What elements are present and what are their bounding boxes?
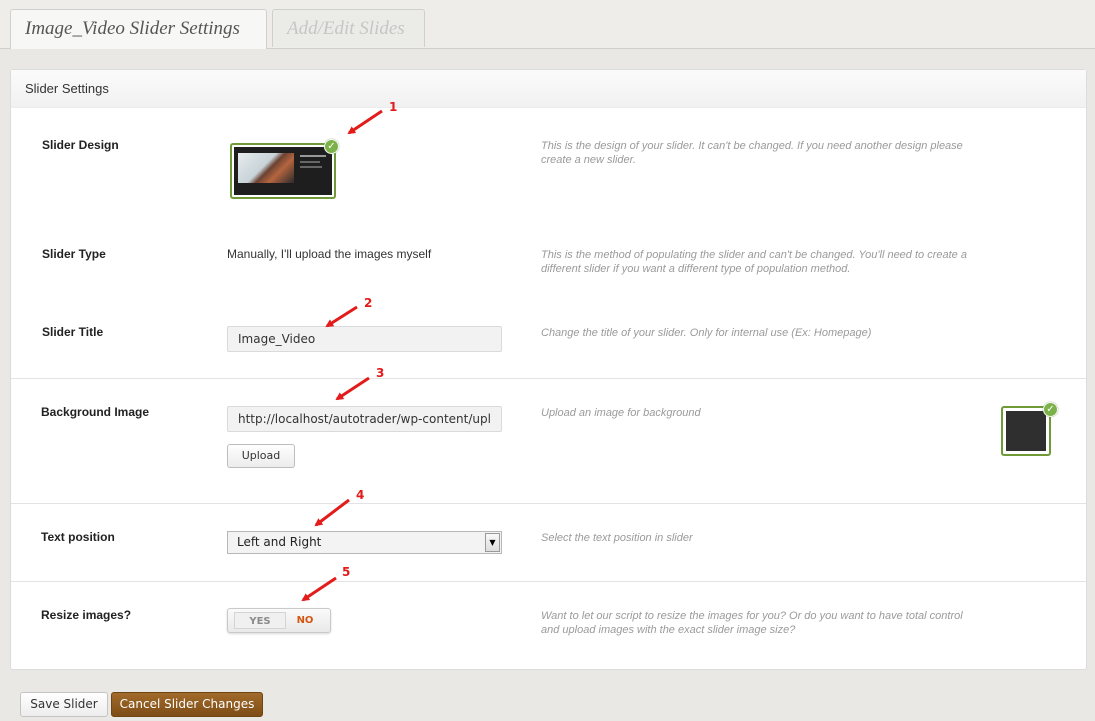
- text-position-description: Select the text position in slider: [541, 532, 693, 544]
- divider: [11, 581, 1086, 582]
- cancel-slider-changes-button[interactable]: Cancel Slider Changes: [111, 692, 263, 717]
- upload-button[interactable]: Upload: [227, 444, 295, 468]
- slider-type-value: Manually, I'll upload the images myself: [227, 247, 432, 261]
- annotation-number: 2: [364, 296, 373, 310]
- tab-bar: Image_Video Slider Settings Add/Edit Sli…: [0, 0, 1095, 49]
- toggle-yes-option[interactable]: YES: [234, 612, 286, 629]
- toggle-no-option[interactable]: NO: [286, 612, 324, 629]
- annotation-number: 3: [376, 366, 385, 380]
- slider-title-description: Change the title of your slider. Only fo…: [541, 327, 872, 339]
- text-position-select[interactable]: Left and Right ▼: [227, 531, 502, 554]
- text-position-label: Text position: [41, 530, 115, 544]
- save-slider-button[interactable]: Save Slider: [20, 692, 108, 717]
- selected-check-icon: ✓: [324, 139, 339, 154]
- slider-settings-panel: Slider Settings Slider Design ✓ This is …: [10, 69, 1087, 670]
- panel-title: Slider Settings: [11, 70, 1086, 108]
- tab-add-edit-slides[interactable]: Add/Edit Slides: [272, 9, 425, 47]
- slider-design-label: Slider Design: [42, 138, 119, 152]
- annotation-number: 5: [342, 565, 351, 579]
- background-image-description: Upload an image for background: [541, 407, 701, 419]
- design-preview-image: [234, 147, 332, 195]
- resize-images-toggle[interactable]: YES NO: [227, 608, 331, 633]
- slider-design-description: This is the design of your slider. It ca…: [541, 140, 963, 166]
- slider-type-description: This is the method of populating the sli…: [541, 249, 967, 275]
- dropdown-arrow-icon[interactable]: ▼: [485, 533, 500, 552]
- text-position-selected-value: Left and Right: [237, 535, 322, 549]
- background-image-url-input[interactable]: http://localhost/autotrader/wp-content/u…: [227, 406, 502, 432]
- slider-title-label: Slider Title: [42, 325, 104, 339]
- resize-images-description: Want to let our script to resize the ima…: [541, 610, 963, 636]
- selected-check-icon: ✓: [1043, 402, 1058, 417]
- annotation-number: 4: [356, 488, 365, 502]
- divider: [11, 378, 1086, 379]
- resize-images-label: Resize images?: [41, 608, 132, 622]
- annotation-number: 1: [389, 100, 398, 114]
- slider-design-thumbnail[interactable]: [230, 143, 336, 199]
- background-image-label: Background Image: [41, 405, 150, 419]
- divider: [11, 503, 1086, 504]
- slider-title-input[interactable]: Image_Video: [227, 326, 502, 352]
- tab-slider-settings[interactable]: Image_Video Slider Settings: [10, 9, 267, 49]
- slider-type-label: Slider Type: [42, 247, 106, 261]
